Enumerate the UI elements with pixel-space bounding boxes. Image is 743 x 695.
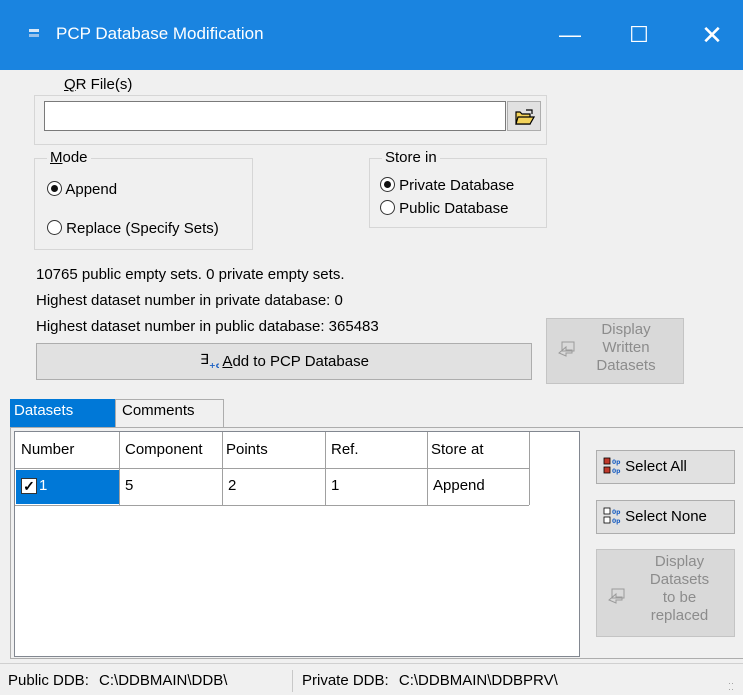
row-ref: 1: [331, 477, 340, 494]
add-to-pcp-database-button[interactable]: ∃ +c Add to PCP Database: [36, 343, 532, 380]
display-replaced-label-4: replaced: [650, 607, 709, 624]
mode-replace-radio[interactable]: Replace (Specify Sets): [47, 220, 219, 237]
grid-line: [529, 432, 530, 505]
close-button[interactable]: ✕: [690, 14, 734, 56]
svg-text:0p: 0p: [612, 468, 621, 475]
column-header-store-at[interactable]: Store at: [431, 439, 484, 461]
mode-append-label: Append: [65, 181, 118, 198]
status-private-label: Private DDB:: [302, 672, 389, 689]
select-none-label: Select None: [625, 508, 707, 525]
tab-comments-label: Comments: [122, 402, 195, 419]
svg-text:0p: 0p: [612, 459, 621, 466]
store-public-radio[interactable]: Public Database: [380, 200, 508, 217]
radio-unselected-icon: [380, 200, 395, 215]
radio-selected-icon: [380, 177, 395, 192]
svg-text:0p: 0p: [612, 509, 621, 516]
select-all-icon: 0p 0p: [603, 457, 621, 475]
mode-replace-label: Replace (Specify Sets): [66, 220, 219, 237]
display-icon: [558, 341, 575, 357]
radio-unselected-icon: [47, 220, 62, 235]
column-header-ref[interactable]: Ref.: [331, 439, 359, 461]
display-written-label-1: Display: [601, 321, 651, 338]
display-replaced-label-3: to be: [662, 589, 697, 606]
row-checkbox[interactable]: ✓: [21, 478, 37, 494]
svg-text:+c: +c: [209, 361, 219, 369]
store-private-label: Private Database: [399, 177, 515, 194]
display-replaced-label-1: Display: [654, 553, 705, 570]
radio-selected-icon: [47, 181, 62, 196]
app-icon: [29, 29, 39, 37]
status-private-value: C:\DDBMAIN\DDBPRV\: [398, 672, 558, 689]
status-public-label: Public DDB:: [8, 672, 89, 689]
store-public-label: Public Database: [399, 200, 509, 217]
qr-files-legend: QR File(s): [61, 76, 136, 93]
store-in-legend: Store in: [382, 149, 440, 166]
display-replaced-label-2: Datasets: [649, 571, 710, 588]
browse-button[interactable]: [507, 101, 541, 131]
row-points: 2: [228, 477, 237, 494]
svg-text:0p: 0p: [612, 518, 621, 525]
select-none-icon: 0p 0p: [603, 507, 621, 525]
display-datasets-replaced-button[interactable]: Display Datasets to be replaced: [596, 549, 735, 637]
store-private-radio[interactable]: Private Database: [380, 177, 514, 194]
display-written-datasets-button[interactable]: Display Written Datasets: [546, 318, 684, 384]
tab-datasets[interactable]: Datasets: [10, 399, 115, 427]
column-header-points[interactable]: Points: [226, 439, 268, 461]
column-header-number[interactable]: Number: [21, 439, 74, 461]
row-number: 1: [39, 477, 48, 494]
display-written-label-3: Datasets: [596, 357, 656, 374]
status-public-value: C:\DDBMAIN\DDB\: [99, 672, 228, 689]
status-private-ddb: Private DDB: C:\DDBMAIN\DDBPRV\: [302, 672, 558, 689]
mode-append-radio[interactable]: Append: [47, 181, 117, 198]
column-header-component[interactable]: Component: [125, 439, 203, 461]
select-all-label: Select All: [625, 458, 687, 475]
grid-line: [15, 505, 529, 506]
public-highest-info: Highest dataset number in public databas…: [36, 318, 379, 335]
row-component: 5: [125, 477, 134, 494]
display-icon: [608, 588, 625, 604]
private-highest-info: Highest dataset number in private databa…: [36, 292, 343, 309]
title-bar[interactable]: PCP Database Modification — ☐ ✕: [0, 0, 743, 70]
tab-datasets-label: Datasets: [14, 402, 74, 419]
maximize-button[interactable]: ☐: [617, 14, 661, 56]
qr-files-input[interactable]: [44, 101, 506, 131]
resize-grip-icon[interactable]: ·· ··: [728, 679, 740, 694]
table-row[interactable]: ✓ 1 5 2 1 Append: [15, 469, 529, 505]
select-none-button[interactable]: 0p 0p Select None: [596, 500, 735, 534]
datasets-table[interactable]: Number Component Points Ref. Store at ✓ …: [14, 431, 580, 657]
status-bar: Public DDB: C:\DDBMAIN\DDB\ Private DDB:…: [0, 663, 743, 695]
row-store-at: Append: [433, 477, 485, 494]
svg-text:∃: ∃: [200, 352, 209, 368]
empty-sets-info: 10765 public empty sets. 0 private empty…: [36, 266, 345, 283]
status-divider: [292, 670, 293, 692]
add-to-db-icon: ∃ +c: [200, 352, 221, 370]
minimize-button[interactable]: —: [548, 14, 592, 56]
tab-comments[interactable]: Comments: [115, 399, 224, 427]
row-number-cell-selected[interactable]: ✓ 1: [16, 470, 119, 504]
status-public-ddb: Public DDB: C:\DDBMAIN\DDB\: [8, 672, 227, 689]
open-folder-icon: [515, 109, 535, 125]
window-title: PCP Database Modification: [56, 24, 264, 43]
mode-legend: Mode: [47, 149, 91, 166]
display-written-label-2: Written: [602, 339, 650, 356]
select-all-button[interactable]: 0p 0p Select All: [596, 450, 735, 484]
